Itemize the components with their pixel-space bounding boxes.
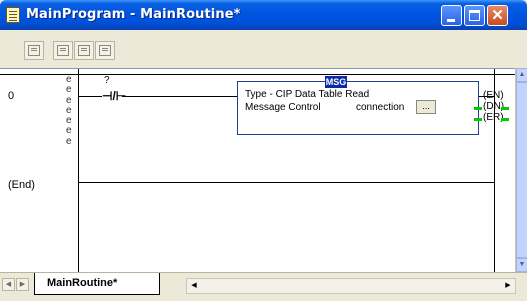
maximize-button[interactable] [464,5,485,26]
horizontal-scrollbar[interactable]: ◀ ▶ [186,278,516,294]
ladder-top-line [0,74,515,75]
tab-scroll-right-button[interactable]: ▶ [16,278,29,291]
title-bar[interactable]: MainProgram - MainRoutine* ✕ [0,0,527,30]
end-rung-label: (End) [8,179,35,191]
tab-mainroutine[interactable]: MainRoutine* [34,273,160,295]
ladder-editor[interactable]: 0 (End) e e e e e e e ? ⊣/⊢ MSG Type - C… [0,68,515,273]
remove-rung-button[interactable] [74,41,94,60]
left-power-rail [78,69,79,273]
routine-tab-bar: ◀ ▶ \ MainRoutine* ◀ ▶ [0,272,527,301]
output-dn-label: DN [486,101,501,112]
output-en-label: EN [486,90,501,101]
msg-control-value[interactable]: connection [356,102,404,113]
edit-marker: e [66,135,72,147]
maximize-icon [469,10,480,21]
export-button[interactable] [95,41,115,60]
output-dn-tail-bar [501,107,509,110]
msg-control-label: Message Control [245,102,321,113]
go-to-button[interactable] [24,41,44,60]
scroll-up-button[interactable]: ▲ [516,68,527,82]
window-title: MainProgram - MainRoutine* [26,7,241,22]
close-icon: ✕ [491,7,504,24]
scroll-down-button[interactable]: ▼ [516,258,527,272]
scroll-right-button[interactable]: ▶ [501,279,515,293]
output-en: (EN) [483,90,504,101]
rung-wire-left [79,96,102,97]
routine-icon [6,7,20,23]
vertical-scrollbar[interactable]: ▲ ▼ [515,68,527,272]
output-dn-energized-bar [474,107,482,110]
scroll-left-button[interactable]: ◀ [187,279,201,293]
minimize-icon [447,19,455,22]
vertical-scroll-thumb[interactable] [516,82,527,258]
close-button[interactable]: ✕ [487,5,508,26]
msg-type-text: Type - CIP Data Table Read [245,89,370,100]
ladder-toolbar [0,30,527,68]
msg-instruction-label: MSG [325,76,347,88]
end-rung-line [78,182,495,183]
add-rung-icon [57,45,69,56]
edit-markers: e e e e e e e [66,74,72,147]
output-er-energized-bar [474,118,482,121]
go-to-icon [28,45,40,56]
export-icon [99,45,111,56]
msg-config-button[interactable]: ... [416,100,436,114]
rung-wire-mid [122,96,237,97]
tab-scroll-left-button[interactable]: ◀ [2,278,15,291]
contact-tag[interactable]: ? [104,75,110,86]
output-er-tail-bar [501,118,509,121]
minimize-button[interactable] [441,5,462,26]
add-rung-button[interactable] [53,41,73,60]
output-er-label: ER [486,112,501,123]
rung-number: 0 [8,90,15,102]
remove-rung-icon [78,45,90,56]
